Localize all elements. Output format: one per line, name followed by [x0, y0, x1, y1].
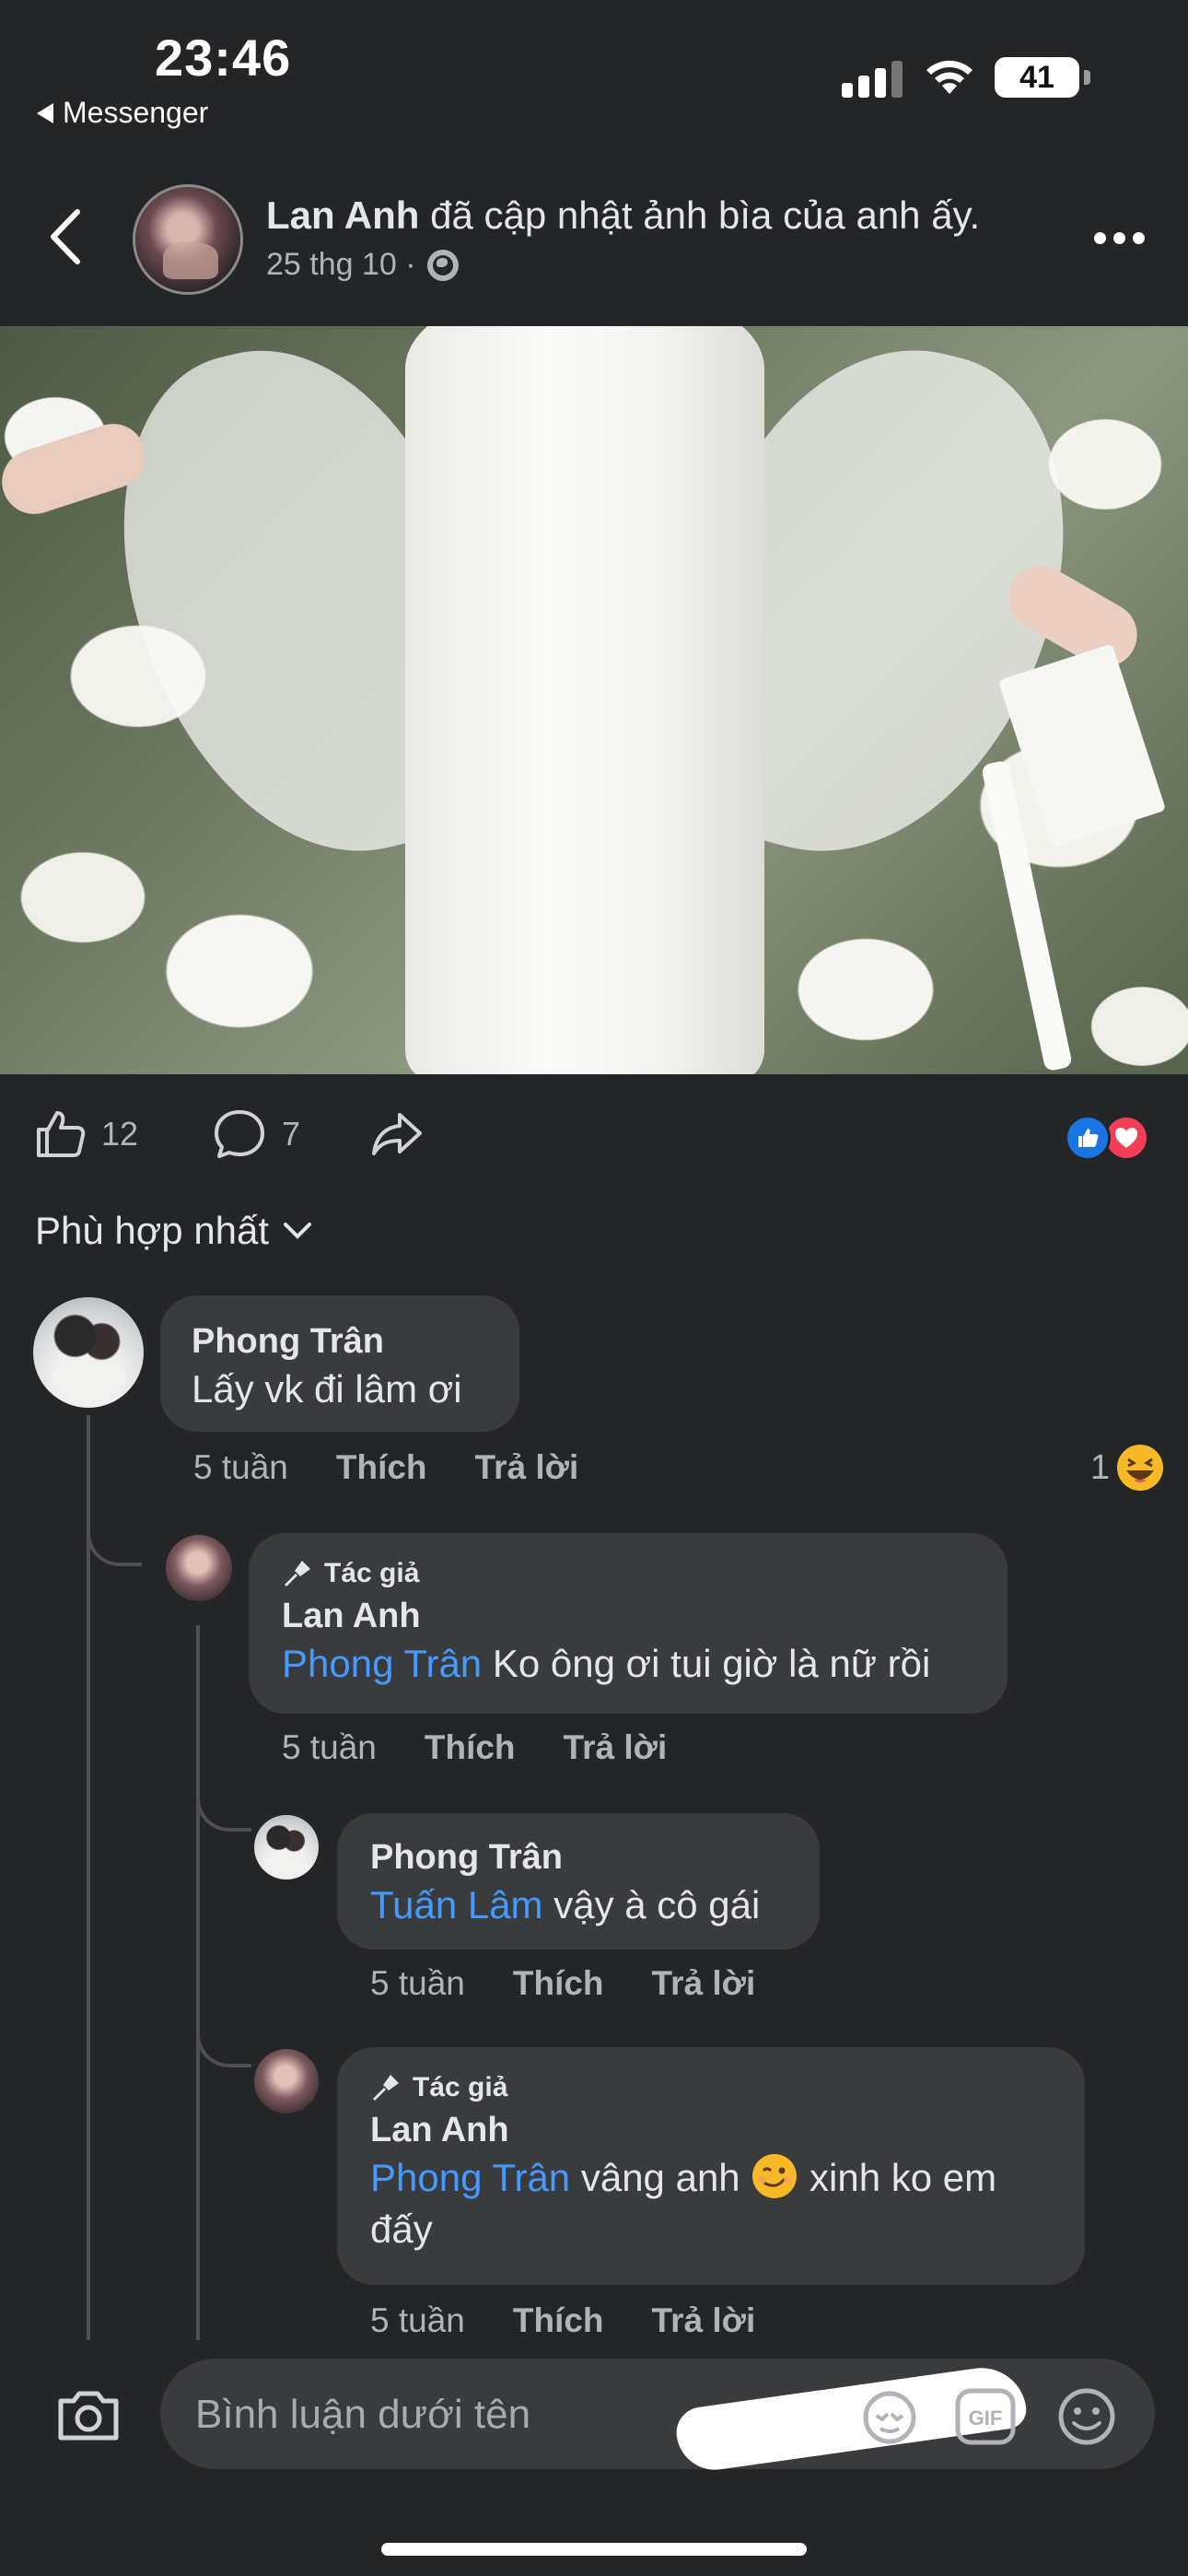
comment-text: Phong Trân vâng anh xinh ko em đấy — [370, 2152, 1052, 2255]
post-meta: 25 thg 10 · — [266, 247, 459, 283]
commenter-avatar[interactable] — [166, 1535, 232, 1601]
comment-reaction[interactable]: 1 — [1090, 1443, 1165, 1493]
gif-icon[interactable]: GIF — [954, 2386, 1017, 2447]
cover-photo[interactable] — [0, 326, 1188, 1074]
reply-comment-button[interactable]: Trả lời — [652, 1964, 756, 2003]
author-badge: Tác giả — [282, 1553, 974, 1594]
comment-author[interactable]: Lan Anh — [370, 2108, 1052, 2152]
mention-tag[interactable]: Tuấn Lâm — [370, 1883, 543, 1926]
commenter-avatar[interactable] — [254, 1815, 319, 1879]
comment-author[interactable]: Lan Anh — [282, 1594, 974, 1638]
author-badge-label: Tác giả — [413, 2072, 508, 2102]
comment-input-placeholder: Bình luận dưới tên — [195, 2392, 531, 2437]
share-action[interactable] — [368, 1107, 425, 1161]
comment-bubble-icon — [215, 1110, 264, 1158]
comment-time: 5 tuần — [193, 1448, 288, 1486]
comment-time: 5 tuần — [370, 1964, 465, 2002]
thread-connector — [87, 1511, 142, 1566]
comment-author[interactable]: Phong Trân — [370, 1835, 786, 1879]
comment-bubble[interactable]: Tác giả Lan Anh Phong Trân vâng anh xinh… — [337, 2047, 1085, 2285]
battery-icon: 41 — [995, 57, 1090, 98]
comment-text: Tuấn Lâm vậy à cô gái — [370, 1883, 761, 1926]
like-comment-button[interactable]: Thích — [513, 1964, 604, 2003]
sort-label: Phù hợp nhất — [35, 1209, 270, 1252]
comment-meta: 5 tuần Thích Trả lời — [193, 1448, 578, 1487]
back-app-label: Messenger — [63, 96, 209, 129]
commenter-avatar[interactable] — [254, 2049, 319, 2113]
cellular-signal-icon — [842, 61, 903, 98]
mention-tag[interactable]: Phong Trân — [282, 1642, 482, 1685]
post-action: đã cập nhật ảnh bìa của anh ấy. — [430, 193, 981, 237]
back-chevron-icon[interactable] — [41, 205, 96, 269]
comment-action[interactable]: 7 — [212, 1107, 300, 1161]
post-title: Lan Anh đã cập nhật ảnh bìa của anh ấy. — [266, 193, 980, 238]
laughing-emoji-icon — [1117, 1445, 1164, 1491]
home-indicator[interactable] — [381, 2543, 807, 2556]
author-badge: Tác giả — [370, 2067, 1052, 2108]
post-author[interactable]: Lan Anh — [266, 193, 419, 237]
camera-icon[interactable] — [55, 2386, 122, 2443]
like-count: 12 — [101, 1115, 139, 1153]
sort-dropdown[interactable]: Phù hợp nhất — [35, 1209, 313, 1253]
mention-tag[interactable]: Phong Trân — [370, 2156, 570, 2199]
avatar-sticker-icon[interactable] — [856, 2386, 923, 2447]
comment-time: 5 tuần — [370, 2301, 465, 2339]
like-action[interactable]: 12 — [33, 1107, 138, 1161]
back-triangle-icon — [37, 102, 53, 123]
status-time: 23:46 — [155, 29, 292, 87]
author-badge-label: Tác giả — [324, 1558, 420, 1588]
reply-comment-button[interactable]: Trả lời — [564, 1728, 668, 1767]
emoji-icon[interactable] — [1055, 2386, 1118, 2447]
comment-text: Lấy vk đi lâm ơi — [192, 1367, 462, 1411]
comment-count: 7 — [282, 1115, 301, 1153]
battery-level: 41 — [1019, 59, 1054, 95]
globe-icon — [426, 249, 459, 281]
commenter-avatar[interactable] — [33, 1297, 144, 1408]
comment-bubble[interactable]: Tác giả Lan Anh Phong Trân Ko ông ơi tui… — [249, 1533, 1007, 1714]
comment-bubble[interactable]: Phong Trân Lấy vk đi lâm ơi — [160, 1295, 519, 1432]
comment-text: Phong Trân Ko ông ơi tui giờ là nữ rồi — [282, 1642, 931, 1685]
reply-comment-button[interactable]: Trả lời — [652, 2301, 756, 2340]
wifi-icon — [926, 60, 973, 94]
svg-text:GIF: GIF — [969, 2406, 1003, 2430]
comment-meta: 5 tuần Thích Trả lời — [370, 1964, 755, 2003]
reply-comment-button[interactable]: Trả lời — [475, 1448, 579, 1487]
comment-meta: 5 tuần Thích Trả lời — [282, 1728, 667, 1767]
like-comment-button[interactable]: Thích — [425, 1728, 516, 1767]
comment-input[interactable]: Bình luận dưới tên GIF — [160, 2359, 1155, 2476]
like-comment-button[interactable]: Thích — [336, 1448, 427, 1487]
reactions-summary[interactable] — [1065, 1115, 1149, 1161]
thumbs-up-icon — [37, 1111, 86, 1157]
comment-composer: Bình luận dưới tên GIF — [0, 2340, 1188, 2576]
microphone-icon — [285, 1561, 310, 1587]
microphone-icon — [373, 2075, 399, 2101]
chevron-down-icon — [284, 1223, 312, 1239]
thread-line — [87, 1415, 90, 2340]
post-date[interactable]: 25 thg 10 · — [266, 247, 416, 283]
winking-emoji-icon — [752, 2154, 798, 2198]
like-comment-button[interactable]: Thích — [513, 2301, 604, 2340]
comment-meta: 5 tuần Thích Trả lời — [370, 2301, 755, 2340]
comment-reaction-count: 1 — [1090, 1447, 1111, 1487]
thread-connector — [196, 1778, 251, 1832]
comment-author[interactable]: Phong Trân — [192, 1319, 488, 1364]
post-actions-bar: 12 7 — [0, 1074, 1188, 1203]
like-reaction-icon — [1065, 1115, 1111, 1161]
comment-bubble[interactable]: Phong Trân Tuấn Lâm vậy à cô gái — [337, 1813, 820, 1950]
comment-time: 5 tuần — [282, 1728, 377, 1766]
thread-connector — [196, 2008, 251, 2067]
thread-line — [196, 1625, 200, 2340]
post-header: Lan Anh đã cập nhật ảnh bìa của anh ấy. … — [0, 138, 1188, 326]
share-arrow-icon — [372, 1113, 422, 1155]
more-options-icon[interactable] — [1094, 232, 1145, 244]
back-to-app-link[interactable]: Messenger — [37, 96, 208, 130]
status-bar: 23:46 Messenger 41 — [0, 0, 1188, 138]
author-avatar[interactable] — [133, 184, 243, 295]
